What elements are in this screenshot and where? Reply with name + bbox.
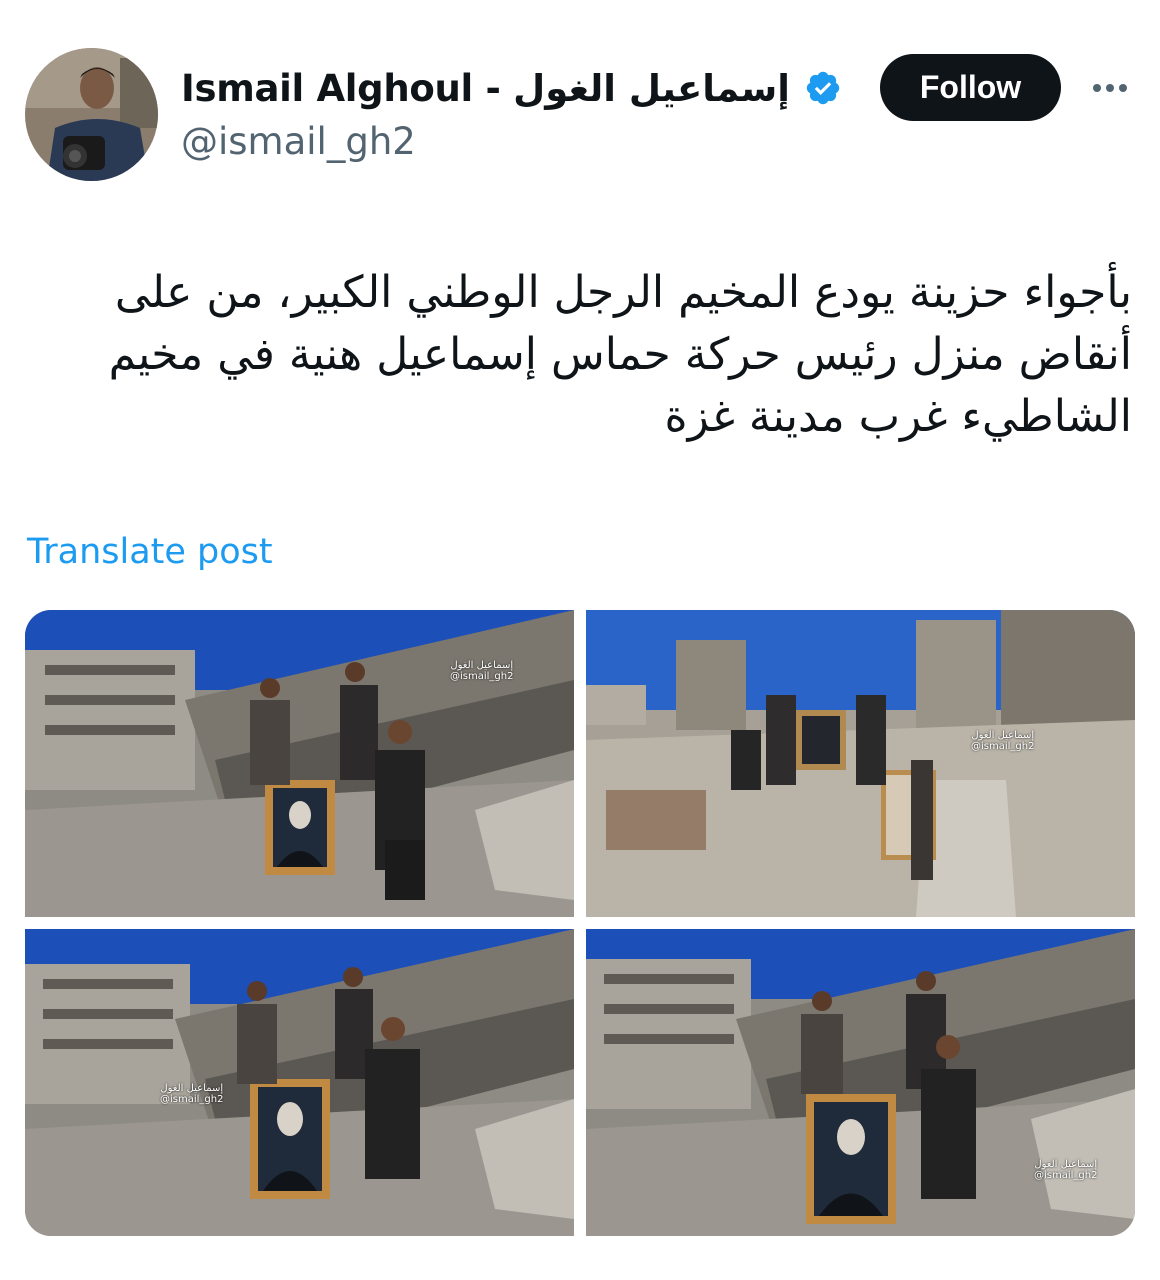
watermark-arabic: إسماعيل الغول	[450, 660, 514, 671]
photo-4[interactable]: إسماعيل الغول @ismail_gh2	[586, 929, 1135, 1236]
watermark-handle: @ismail_gh2	[971, 741, 1035, 752]
photo-1-watermark: إسماعيل الغول @ismail_gh2	[450, 660, 513, 682]
photo-3-watermark: إسماعيل الغول @ismail_gh2	[160, 1083, 223, 1105]
verified-badge-icon	[804, 69, 842, 107]
photo-3[interactable]: إسماعيل الغول @ismail_gh2	[25, 929, 574, 1236]
watermark-arabic: إسماعيل الغول	[971, 730, 1035, 741]
watermark-handle: @ismail_gh2	[160, 1094, 224, 1105]
photo-2-watermark: إسماعيل الغول @ismail_gh2	[971, 730, 1034, 752]
media-grid: إسماعيل الغول @ismail_gh2 إسماعيل الغول	[25, 610, 1135, 1236]
author-name[interactable]: Ismail Alghoul - إسماعيل الغول	[181, 67, 790, 110]
author-name-row[interactable]: Ismail Alghoul - إسماعيل الغول	[181, 62, 842, 114]
watermark-handle: @ismail_gh2	[1034, 1170, 1098, 1181]
author-avatar[interactable]	[25, 48, 158, 181]
follow-button[interactable]: Follow	[880, 54, 1061, 121]
post-text: بأجواء حزينة يودع المخيم الرجل الوطني ال…	[108, 267, 1132, 442]
photo-2[interactable]: إسماعيل الغول @ismail_gh2	[586, 610, 1135, 917]
watermark-arabic: إسماعيل الغول	[160, 1083, 224, 1094]
watermark-arabic: إسماعيل الغول	[1034, 1159, 1098, 1170]
watermark-handle: @ismail_gh2	[450, 671, 514, 682]
translate-post-link[interactable]: Translate post	[27, 532, 273, 572]
photo-1[interactable]: إسماعيل الغول @ismail_gh2	[25, 610, 574, 917]
more-options-icon[interactable]	[1088, 70, 1132, 106]
photo-4-watermark: إسماعيل الغول @ismail_gh2	[1034, 1159, 1097, 1181]
author-handle[interactable]: @ismail_gh2	[181, 120, 416, 163]
